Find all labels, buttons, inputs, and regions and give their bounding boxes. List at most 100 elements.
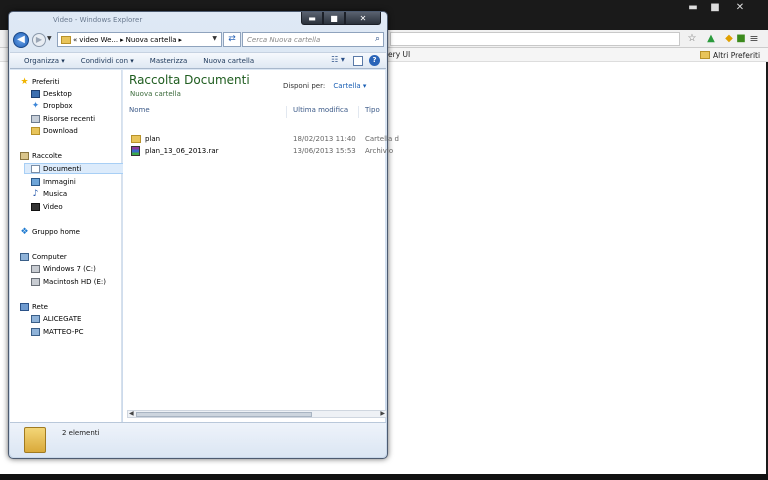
minimize-button[interactable]: ▬ <box>301 12 323 25</box>
other-bookmarks[interactable]: Altri Preferiti <box>700 49 760 61</box>
file-modified: 18/02/2013 11:40 <box>293 135 356 143</box>
desktop-icon <box>31 89 40 98</box>
nav-item-dropbox[interactable]: ✦ Dropbox <box>31 100 73 111</box>
file-name: plan <box>145 135 161 143</box>
arrange-by: Disponi per: Cartella ▾ <box>283 82 366 90</box>
bookmark-item[interactable]: ery UI <box>388 50 410 59</box>
nav-item-label: Immagini <box>43 177 76 186</box>
breadcrumb-separator[interactable]: ▸ <box>179 36 183 44</box>
search-icon[interactable]: ⌕ <box>375 34 380 44</box>
chrome-maximize-button[interactable]: ■ <box>704 0 726 15</box>
view-controls: ☷ ▾ ? <box>329 55 380 66</box>
folder-icon <box>24 427 46 453</box>
folder-icon <box>700 51 710 59</box>
folder-icon <box>61 35 71 44</box>
menu-icon[interactable]: ≡ <box>748 33 760 45</box>
chrome-minimize-button[interactable]: ▬ <box>682 0 704 15</box>
horizontal-scrollbar[interactable]: ◀ ▶ <box>127 410 387 418</box>
nav-item-desktop[interactable]: Desktop <box>31 88 72 99</box>
network-computer-icon <box>31 314 40 323</box>
back-arrow-icon[interactable]: ◀ <box>13 32 29 48</box>
star-icon[interactable]: ☆ <box>686 33 698 45</box>
nav-item-documenti[interactable]: Documenti <box>24 163 126 174</box>
maximize-button[interactable]: ■ <box>323 12 345 25</box>
file-modified: 13/06/2013 15:53 <box>293 147 356 155</box>
other-bookmarks-label: Altri Preferiti <box>713 50 761 60</box>
nav-item-video[interactable]: Video <box>31 201 63 212</box>
chrome-close-button[interactable]: ✕ <box>726 0 754 15</box>
forward-arrow-icon[interactable]: ▶ <box>32 33 46 47</box>
file-type: Cartella d <box>365 135 399 143</box>
nav-item-label: Documenti <box>43 164 82 173</box>
taskbar-edge <box>0 474 768 480</box>
title-bar[interactable]: Video - Windows Explorer ▬ ■ ✕ <box>9 12 387 30</box>
extension-alt-icon[interactable]: ■ <box>735 33 747 45</box>
nav-item-label: Macintosh HD (E:) <box>43 277 107 286</box>
file-row[interactable]: plan_13_06_2013.rar 13/06/2013 15:53 Arc… <box>129 146 393 157</box>
nav-favorites-label: Preferiti <box>32 77 60 86</box>
preview-pane-icon[interactable] <box>353 55 363 66</box>
scrollbar-thumb[interactable] <box>136 412 312 417</box>
share-with-button[interactable]: Condividi con ▾ <box>73 57 142 65</box>
nav-libraries-label: Raccolte <box>32 151 62 160</box>
nav-item-musica[interactable]: ♪ Musica <box>31 188 68 199</box>
nav-libraries[interactable]: Raccolte <box>20 150 62 161</box>
nav-item-label: Download <box>43 126 78 135</box>
download-folder-icon <box>31 126 40 135</box>
search-placeholder: Cerca Nuova cartella <box>247 36 321 44</box>
navigation-row: ◀ ▶ ▼ « video We... ▸ Nuova cartella ▸ ▼… <box>13 31 387 51</box>
nav-item-alicegate[interactable]: ALICEGATE <box>31 313 81 324</box>
dropbox-icon: ✦ <box>31 100 40 111</box>
extension-icon[interactable]: ◆ <box>723 33 735 45</box>
library-title: Raccolta Documenti <box>129 73 250 87</box>
nav-item-immagini[interactable]: Immagini <box>31 176 76 187</box>
organize-button[interactable]: Organizza ▾ <box>10 57 73 65</box>
history-dropdown-icon[interactable]: ▼ <box>47 35 52 42</box>
nav-item-label: Desktop <box>43 89 72 98</box>
arrange-by-dropdown[interactable]: Cartella ▾ <box>333 82 366 90</box>
documents-icon <box>31 164 40 173</box>
scroll-left-icon[interactable]: ◀ <box>129 410 134 417</box>
nav-item-label: Dropbox <box>43 101 73 110</box>
nav-favorites[interactable]: ★ Preferiti <box>20 76 59 87</box>
scroll-right-icon[interactable]: ▶ <box>380 410 385 417</box>
nav-item-drive-c[interactable]: Windows 7 (C:) <box>31 263 96 274</box>
nav-homegroup[interactable]: ❖ Gruppo home <box>20 226 80 237</box>
nav-item-recent[interactable]: Risorse recenti <box>31 113 95 124</box>
new-folder-button[interactable]: Nuova cartella <box>195 57 262 65</box>
item-count: 2 elementi <box>62 429 100 437</box>
change-view-icon[interactable]: ☷ ▾ <box>329 55 347 66</box>
column-header-type[interactable]: Tipo <box>365 106 385 118</box>
drive-icon[interactable]: ▲ <box>705 33 717 45</box>
nav-item-matteo-pc[interactable]: MATTEO-PC <box>31 326 83 337</box>
nav-homegroup-label: Gruppo home <box>32 227 80 236</box>
address-collapse[interactable]: « <box>73 36 77 44</box>
column-header-modified[interactable]: Ultima modifica <box>293 106 359 118</box>
breadcrumb-video[interactable]: video We... <box>79 36 118 44</box>
file-row[interactable]: plan 18/02/2013 11:40 Cartella d <box>129 134 399 145</box>
chrome-omnibox[interactable] <box>390 32 680 46</box>
nav-computer[interactable]: Computer <box>20 251 67 262</box>
nav-item-label: Video <box>43 202 63 211</box>
breadcrumb-nuova-cartella[interactable]: Nuova cartella <box>126 36 177 44</box>
nav-computer-label: Computer <box>32 252 67 261</box>
nav-network[interactable]: Rete <box>20 301 48 312</box>
nav-item-drive-e[interactable]: Macintosh HD (E:) <box>31 276 106 287</box>
explorer-window: Video - Windows Explorer ▬ ■ ✕ ◀ ▶ ▼ « v… <box>8 11 399 459</box>
burn-button[interactable]: Masterizza <box>142 57 196 65</box>
nav-network-label: Rete <box>32 302 48 311</box>
help-icon[interactable]: ? <box>369 55 380 66</box>
homegroup-icon: ❖ <box>20 226 29 237</box>
refresh-icon[interactable]: ⇄ <box>223 32 241 47</box>
video-icon <box>31 202 40 211</box>
column-header-name[interactable]: Nome <box>129 106 287 118</box>
music-icon: ♪ <box>32 188 39 199</box>
close-button[interactable]: ✕ <box>345 12 381 25</box>
address-bar[interactable]: « video We... ▸ Nuova cartella ▸ ▼ <box>57 32 222 47</box>
search-input[interactable]: Cerca Nuova cartella ⌕ <box>242 32 384 47</box>
computer-icon <box>20 252 29 261</box>
address-dropdown-icon[interactable]: ▼ <box>212 35 217 42</box>
file-list-pane: Raccolta Documenti Nuova cartella Dispon… <box>123 70 399 422</box>
breadcrumb-separator[interactable]: ▸ <box>120 36 124 44</box>
nav-item-download[interactable]: Download <box>31 125 78 136</box>
